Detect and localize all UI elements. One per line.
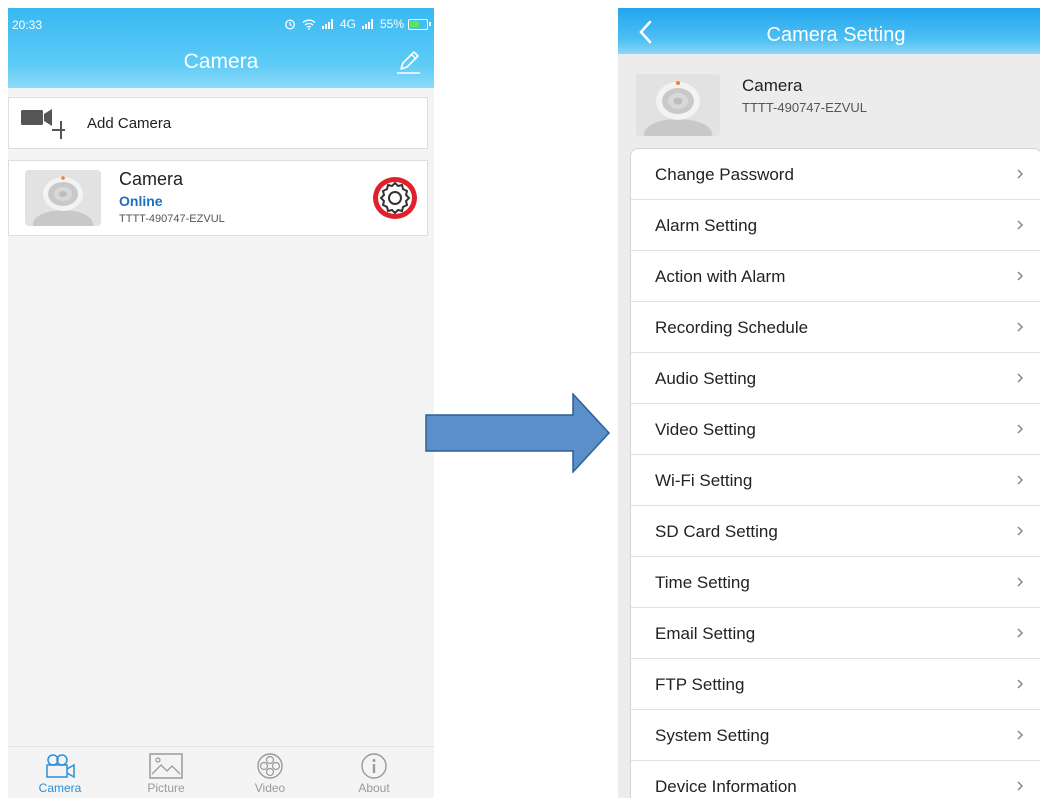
chevron-right-icon [1017, 322, 1024, 332]
page-title: Camera Setting [766, 24, 906, 46]
camera-uid: TTTT-490747-EZVUL [119, 213, 225, 225]
menu-item-ftp-setting[interactable]: FTP Setting [631, 659, 1040, 710]
app-header: Camera Setting [618, 8, 1040, 54]
menu-item-label: Wi-Fi Setting [655, 471, 753, 490]
menu-item-system-setting[interactable]: System Setting [631, 710, 1040, 761]
chevron-right-icon [1017, 271, 1024, 281]
menu-item-label: Change Password [655, 165, 794, 184]
tab-video[interactable]: Video [230, 749, 310, 798]
wifi-icon [302, 19, 316, 30]
camera-thumbnail [25, 170, 101, 226]
menu-item-label: FTP Setting [655, 675, 745, 694]
tab-about-label: About [358, 781, 390, 795]
battery-percent: 55% [379, 17, 404, 31]
camera-name: Camera [742, 76, 803, 95]
alarm-clock-icon [285, 19, 295, 30]
battery-icon [408, 19, 431, 30]
camera-uid: TTTT-490747-EZVUL [742, 100, 867, 115]
camera-setting-screen: Camera Setting Camera TTTT-490747-EZVUL … [618, 8, 1040, 798]
menu-item-video-setting[interactable]: Video Setting [631, 404, 1040, 455]
menu-item-audio-setting[interactable]: Audio Setting [631, 353, 1040, 404]
chevron-right-icon [1017, 475, 1024, 485]
menu-item-email-setting[interactable]: Email Setting [631, 608, 1040, 659]
menu-item-change-password[interactable]: Change Password [631, 149, 1040, 200]
chevron-right-icon [1017, 730, 1024, 740]
camera-thumbnail [636, 74, 720, 136]
page-title: Camera [183, 50, 259, 73]
menu-item-label: SD Card Setting [655, 522, 778, 541]
tab-camera-label: Camera [38, 781, 82, 795]
webcam-image [636, 74, 720, 136]
menu-item-label: Action with Alarm [655, 267, 786, 286]
camera-list-item[interactable]: Camera Online TTTT-490747-EZVUL [8, 160, 428, 236]
menu-item-action-with-alarm[interactable]: Action with Alarm [631, 251, 1040, 302]
video-icon [257, 753, 283, 779]
add-camera-label: Add Camera [87, 115, 172, 132]
camera-list-screen: 20:33 4G 55% Camera Add Camera Camera On… [8, 8, 434, 798]
bottom-tab-bar: Camera Picture Video About [8, 746, 434, 798]
tab-picture-label: Picture [147, 781, 185, 795]
info-icon [361, 753, 387, 779]
flow-arrow [425, 393, 611, 473]
menu-item-label: Time Setting [655, 573, 750, 592]
menu-item-sd-card-setting[interactable]: SD Card Setting [631, 506, 1040, 557]
network-type: 4G [339, 17, 356, 31]
settings-menu: Change Password Alarm Setting Action with … [630, 148, 1040, 798]
add-camera-icon [21, 109, 65, 139]
add-camera-button[interactable]: Add Camera [8, 97, 428, 149]
camera-icon [46, 754, 75, 779]
chevron-right-icon [1017, 169, 1024, 179]
chevron-right-icon [1017, 424, 1024, 434]
menu-item-time-setting[interactable]: Time Setting [631, 557, 1040, 608]
menu-item-label: Recording Schedule [655, 318, 809, 337]
signal-icon-2 [361, 19, 373, 29]
camera-info: Camera TTTT-490747-EZVUL [618, 60, 1040, 140]
app-header: 20:33 4G 55% Camera [8, 8, 434, 88]
status-bar: 20:33 4G 55% [8, 8, 434, 42]
chevron-right-icon [1017, 373, 1024, 383]
camera-name: Camera [119, 169, 184, 189]
edit-pencil-icon[interactable] [394, 48, 422, 76]
chevron-right-icon [1017, 781, 1024, 791]
status-time: 20:33 [12, 18, 43, 32]
menu-item-label: Alarm Setting [655, 216, 758, 235]
camera-status: Online [119, 193, 163, 209]
menu-item-wi-fi-setting[interactable]: Wi-Fi Setting [631, 455, 1040, 506]
picture-icon [149, 753, 183, 779]
webcam-image [25, 170, 101, 226]
tab-picture[interactable]: Picture [126, 749, 206, 798]
menu-item-label: Device Information [655, 777, 797, 796]
menu-item-alarm-setting[interactable]: Alarm Setting [631, 200, 1040, 251]
menu-item-label: Email Setting [655, 624, 756, 643]
menu-item-label: Video Setting [655, 420, 756, 439]
tab-camera[interactable]: Camera [20, 749, 100, 798]
chevron-right-icon [1017, 679, 1024, 689]
menu-item-device-information[interactable]: Device Information [631, 761, 1040, 798]
tab-video-label: Video [254, 781, 286, 795]
tab-about[interactable]: About [334, 749, 414, 798]
chevron-right-icon [1017, 628, 1024, 638]
menu-item-recording-schedule[interactable]: Recording Schedule [631, 302, 1040, 353]
signal-icon [321, 19, 333, 29]
chevron-right-icon [1017, 526, 1024, 536]
chevron-right-icon [1017, 220, 1024, 230]
menu-item-label: System Setting [655, 726, 770, 745]
gear-icon[interactable] [371, 175, 419, 221]
menu-item-label: Audio Setting [655, 369, 757, 388]
chevron-right-icon [1017, 577, 1024, 587]
